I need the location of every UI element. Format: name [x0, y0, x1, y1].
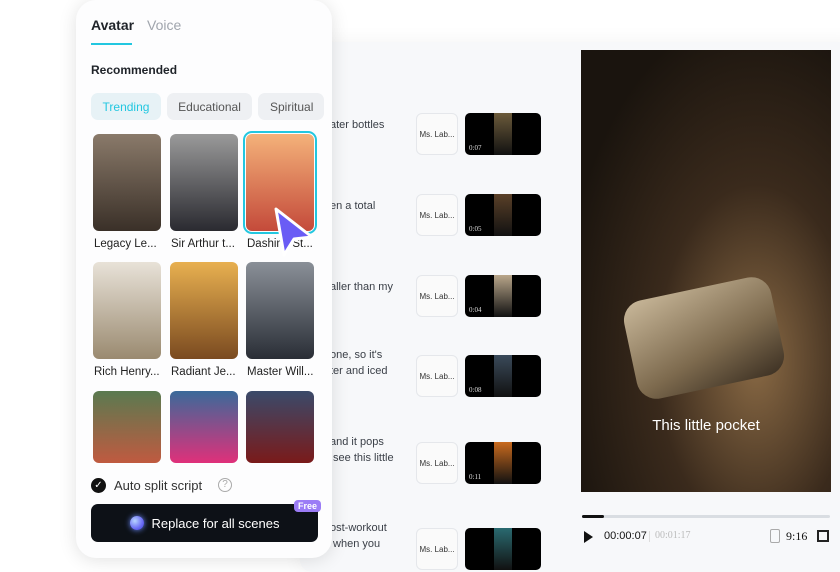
scene-thumbnail[interactable]: 0:11 [465, 442, 541, 484]
script-text[interactable]: one, so it's ter and iced [330, 347, 387, 379]
free-badge: Free [294, 500, 322, 512]
script-text[interactable]: en a total [330, 198, 375, 214]
scene-duration: 0:08 [469, 386, 482, 394]
avatar-name: Rich Henry... [94, 366, 160, 378]
script-text[interactable]: ater bottles [330, 117, 384, 133]
scene-image [494, 113, 512, 155]
voice-label: Ms. Lab... [419, 291, 455, 301]
avatar-name: Sir Arthur t... [171, 238, 235, 250]
voice-button[interactable]: Ms. Lab... [416, 194, 458, 236]
auto-split-label: Auto split script [114, 478, 203, 493]
cursor-icon [272, 205, 318, 262]
avatar-card[interactable] [246, 391, 314, 463]
avatar-name: Radiant Je... [171, 366, 236, 378]
scene-duration: 0:04 [469, 306, 482, 314]
voice-label: Ms. Lab... [419, 129, 455, 139]
total-time: 00:01:17 [655, 530, 691, 541]
avatar-name: Legacy Le... [94, 238, 157, 250]
avatar-card[interactable] [170, 391, 238, 463]
avatar-card[interactable] [170, 134, 238, 231]
tab-indicator [91, 43, 132, 45]
sparkle-orb-icon [129, 516, 144, 530]
scene-image [494, 194, 512, 236]
voice-button[interactable]: Ms. Lab... [416, 113, 458, 155]
aspect-ratio[interactable]: 9:16 [786, 529, 807, 544]
scene-image [494, 355, 512, 397]
script-text[interactable]: aller than my [330, 279, 393, 295]
scene-thumbnail[interactable]: 0:08 [465, 355, 541, 397]
voice-button[interactable]: Ms. Lab... [416, 528, 458, 570]
scene-image [494, 528, 512, 570]
avatar-panel: Avatar Voice Recommended Trending Educat… [76, 0, 332, 558]
script-text[interactable]: and it pops see this little [330, 434, 394, 466]
avatar-card[interactable] [93, 262, 161, 359]
subtitle-caption: This little pocket [652, 417, 760, 434]
phone-image [620, 273, 788, 403]
time-divider [649, 531, 650, 542]
tab-avatar[interactable]: Avatar [91, 17, 134, 33]
scene-image [494, 275, 512, 317]
chip-spiritual[interactable]: Spiritual [258, 93, 324, 120]
voice-button[interactable]: Ms. Lab... [416, 442, 458, 484]
aspect-ratio-icon[interactable] [770, 529, 780, 543]
progress-fill [582, 515, 605, 518]
avatar-name: Master Will... [247, 366, 314, 378]
replace-label: Replace for all scenes [151, 515, 280, 531]
tab-voice[interactable]: Voice [147, 17, 181, 33]
chip-trending[interactable]: Trending [91, 93, 161, 120]
progress-bar[interactable] [582, 515, 830, 518]
voice-label: Ms. Lab... [419, 544, 455, 554]
voice-label: Ms. Lab... [419, 458, 455, 468]
auto-split-checkbox[interactable]: ✓ [91, 478, 106, 493]
scene-thumbnail[interactable] [465, 528, 541, 570]
current-time: 00:00:07 [604, 530, 647, 542]
scene-duration: 0:07 [469, 144, 482, 152]
scene-thumbnail[interactable]: 0:04 [465, 275, 541, 317]
scene-duration: 0:05 [469, 225, 482, 233]
scene-thumbnail[interactable]: 0:07 [465, 113, 541, 155]
voice-button[interactable]: Ms. Lab... [416, 275, 458, 317]
scene-duration: 0:11 [469, 473, 482, 481]
voice-label: Ms. Lab... [419, 210, 455, 220]
chip-educational[interactable]: Educational [167, 93, 252, 120]
fullscreen-icon[interactable] [817, 530, 829, 542]
help-icon[interactable]: ? [218, 478, 232, 492]
script-text[interactable]: ost-workout when you [330, 520, 387, 552]
play-icon[interactable] [584, 531, 593, 543]
voice-button[interactable]: Ms. Lab... [416, 355, 458, 397]
scene-thumbnail[interactable]: 0:05 [465, 194, 541, 236]
avatar-card[interactable] [93, 391, 161, 463]
replace-all-button[interactable]: Replace for all scenes [91, 504, 318, 542]
video-preview[interactable]: This little pocket [581, 50, 831, 492]
voice-label: Ms. Lab... [419, 371, 455, 381]
avatar-card[interactable] [170, 262, 238, 359]
avatar-card[interactable] [93, 134, 161, 231]
avatar-card[interactable] [246, 262, 314, 359]
section-title: Recommended [91, 63, 178, 77]
scene-image [494, 442, 512, 484]
